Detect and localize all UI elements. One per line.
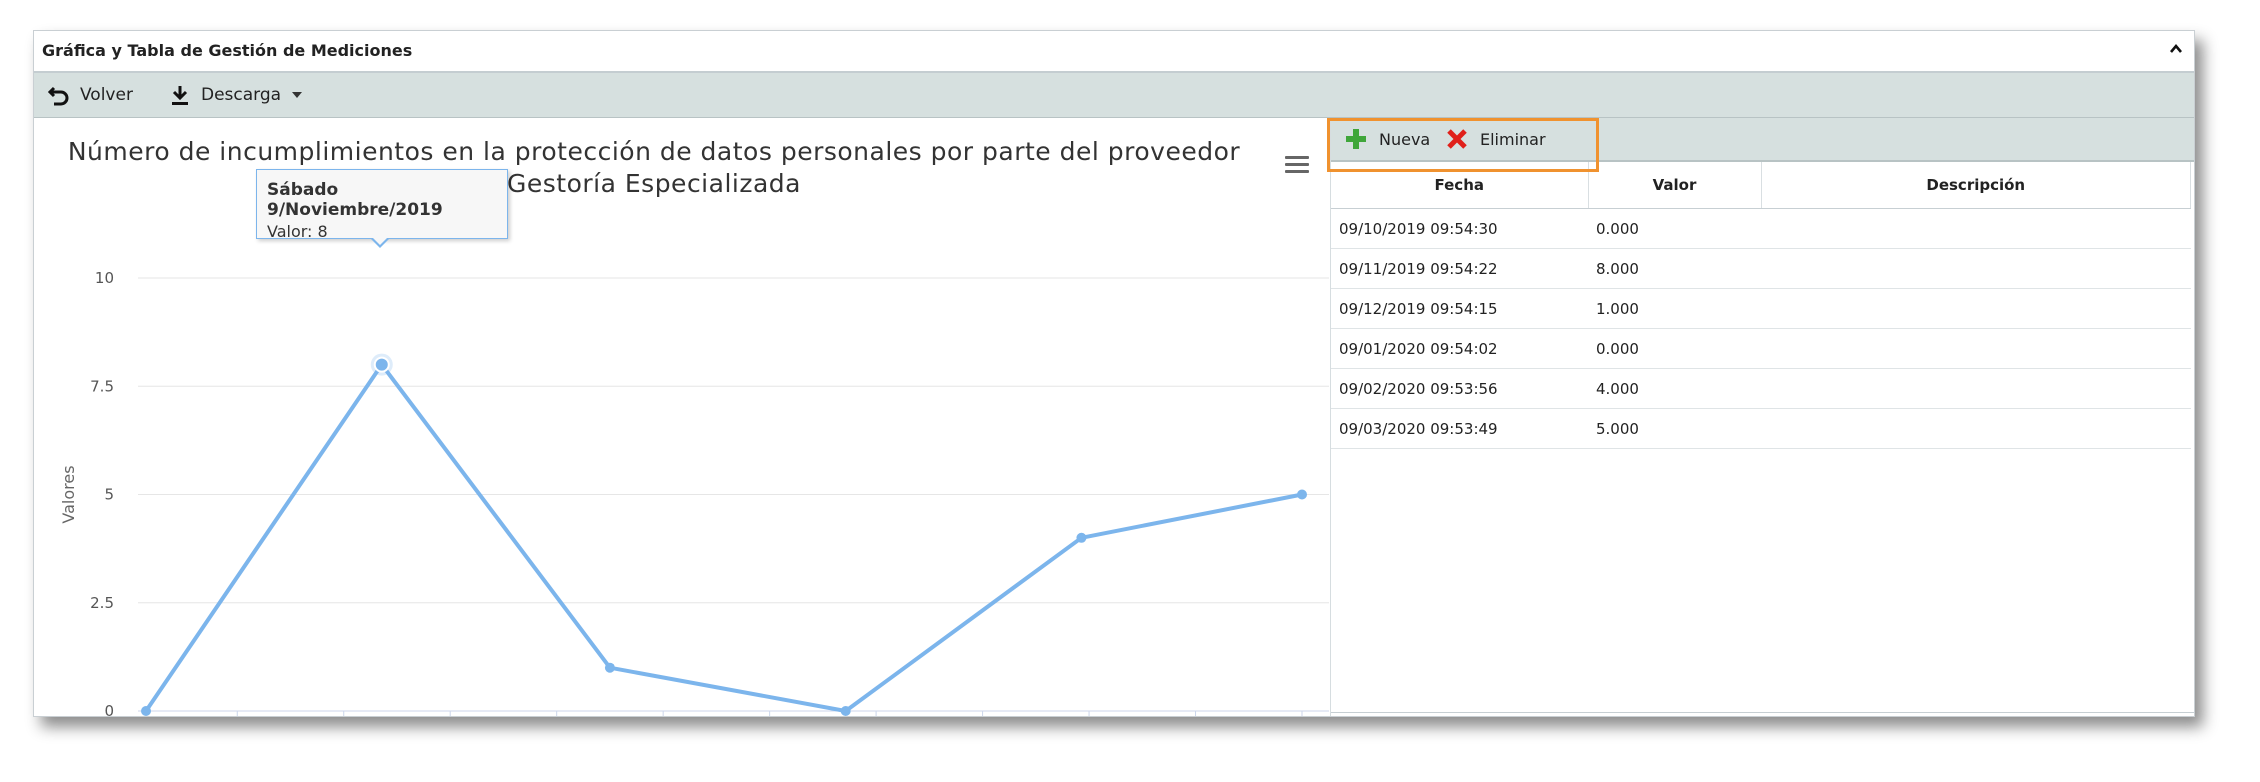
back-label: Volver: [80, 85, 133, 105]
table-row[interactable]: 09/03/2020 09:53:49 5.000: [1331, 408, 2191, 449]
data-point: [1076, 532, 1087, 543]
new-label: Nueva: [1379, 129, 1431, 149]
y-tick-label: 10: [95, 269, 114, 287]
table-row[interactable]: 09/02/2020 09:53:56 4.000: [1331, 368, 2191, 409]
table-toolbar: Nueva Eliminar: [1331, 118, 2194, 162]
chart-tooltip: Sábado 9/Noviembre/2019 Valor: 8: [256, 169, 508, 241]
data-point: [604, 662, 615, 673]
chart-area: Número de incumplimientos en la protecci…: [34, 118, 1329, 716]
cell-value: 8.000: [1588, 248, 1761, 289]
measurements-table: Fecha Valor Descripción 09/10/2019 09:54…: [1331, 162, 2191, 449]
cell-value: 4.000: [1588, 368, 1761, 409]
column-header-value[interactable]: Valor: [1588, 162, 1762, 209]
column-header-date[interactable]: Fecha: [1331, 162, 1589, 209]
cell-description: [1761, 408, 2191, 449]
cell-description: [1761, 368, 2191, 409]
y-tick-label: 7.5: [90, 377, 114, 395]
cell-description: [1761, 208, 2191, 249]
cell-value: 0.000: [1588, 328, 1761, 369]
tooltip-title: Sábado 9/Noviembre/2019: [267, 180, 443, 220]
y-axis-label: Valores: [59, 465, 78, 523]
cell-date: 09/02/2020 09:53:56: [1331, 368, 1588, 409]
back-button[interactable]: Volver: [48, 73, 133, 117]
cell-description: [1761, 328, 2191, 369]
cell-date: 09/12/2019 09:54:15: [1331, 288, 1588, 329]
line-chart: 02.557.510Valores21. Oct4. Nov18. Nov2. …: [59, 269, 1329, 716]
cell-description: [1761, 248, 2191, 289]
download-label: Descarga: [201, 85, 282, 105]
cell-value: 1.000: [1588, 288, 1761, 329]
plus-icon: [1346, 129, 1366, 149]
cell-date: 09/10/2019 09:54:30: [1331, 208, 1588, 249]
download-icon: [172, 86, 188, 105]
data-point: [1297, 489, 1307, 500]
table-row[interactable]: 09/10/2019 09:54:30 0.000: [1331, 208, 2191, 249]
cell-date: 09/01/2020 09:54:02: [1331, 328, 1588, 369]
panel-header: Gráfica y Tabla de Gestión de Mediciones: [34, 31, 2194, 73]
table-row[interactable]: 09/01/2020 09:54:02 0.000: [1331, 328, 2191, 369]
table-header-row: Fecha Valor Descripción: [1331, 162, 2191, 209]
data-point: [840, 706, 851, 716]
panel-title: Gráfica y Tabla de Gestión de Mediciones: [42, 41, 413, 60]
main-toolbar: Volver Descarga: [34, 73, 2194, 118]
data-point: [141, 706, 151, 716]
column-header-description[interactable]: Descripción: [1761, 162, 2191, 209]
cell-value: 5.000: [1588, 408, 1761, 449]
y-tick-label: 0: [104, 702, 114, 716]
cell-date: 09/11/2019 09:54:22: [1331, 248, 1588, 289]
table-row[interactable]: 09/12/2019 09:54:15 1.000: [1331, 288, 2191, 329]
cell-description: [1761, 288, 2191, 329]
cell-value: 0.000: [1588, 208, 1761, 249]
new-button[interactable]: Nueva: [1345, 118, 1430, 160]
download-dropdown[interactable]: Descarga: [169, 73, 303, 117]
table-row[interactable]: 09/11/2019 09:54:22 8.000: [1331, 248, 2191, 289]
series-line: [144, 362, 1303, 713]
measurements-panel: Gráfica y Tabla de Gestión de Mediciones…: [33, 30, 2195, 717]
delete-label: Eliminar: [1480, 129, 1546, 149]
chevron-up-icon[interactable]: [2168, 41, 2184, 57]
y-tick-label: 2.5: [90, 594, 114, 612]
table-bottom-border: [1331, 712, 2194, 713]
measurements-table-pane: Nueva Eliminar Fecha Valor Descripción 0…: [1330, 118, 2194, 716]
cell-date: 09/03/2020 09:53:49: [1331, 408, 1588, 449]
undo-icon: [48, 86, 69, 106]
caret-down-icon: [292, 92, 303, 98]
y-tick-label: 5: [104, 486, 114, 504]
close-icon: [1447, 129, 1467, 149]
data-point: [373, 356, 390, 373]
delete-button[interactable]: Eliminar: [1446, 118, 1546, 160]
tooltip-arrow-inner: [372, 237, 388, 245]
